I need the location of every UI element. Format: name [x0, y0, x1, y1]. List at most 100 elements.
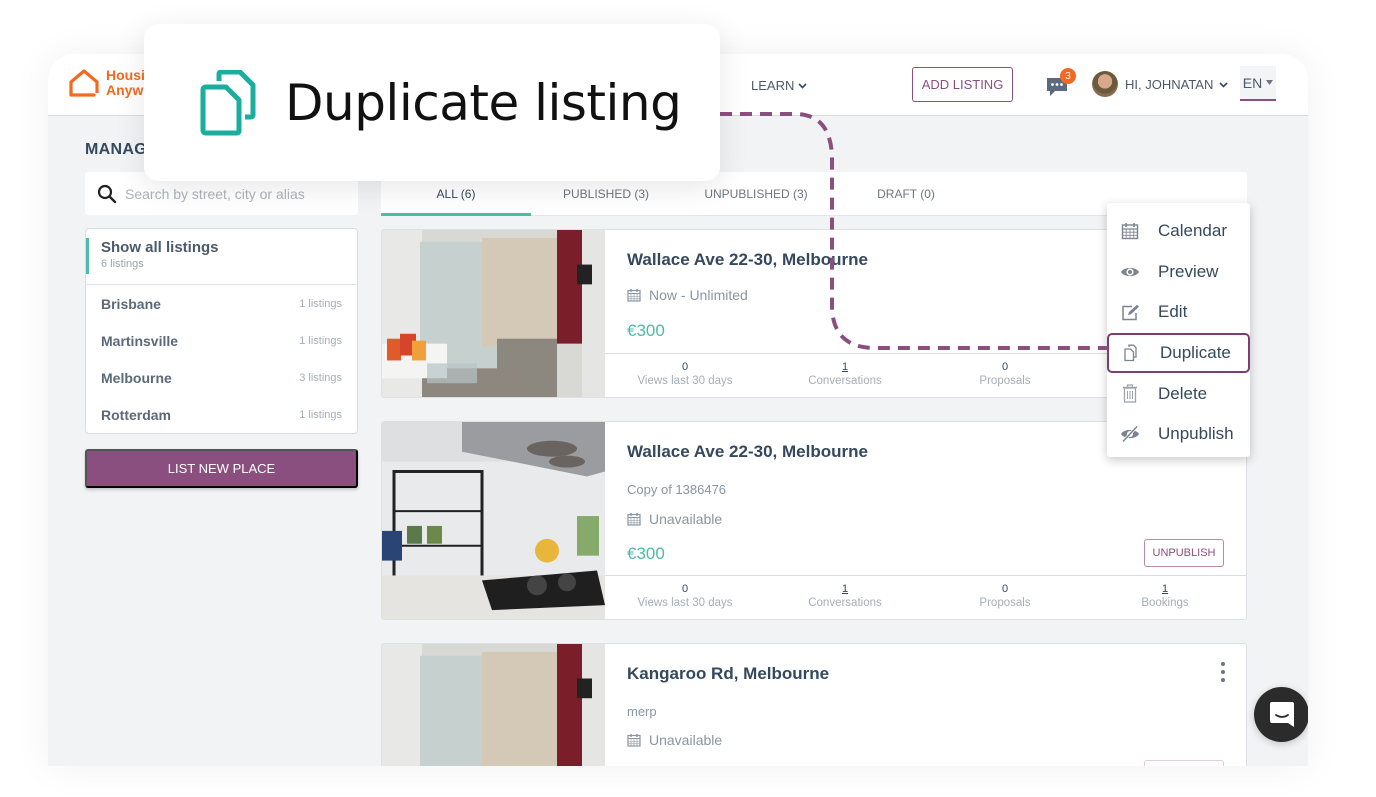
stat-value: 0	[681, 583, 689, 595]
stat-conversations[interactable]: 1 Conversations	[765, 354, 925, 397]
city-name: Brisbane	[101, 295, 161, 312]
availability-text: Unavailable	[649, 511, 723, 527]
unpublish-button[interactable]	[1144, 760, 1224, 766]
listing-card: Kangaroo Rd, Melbourne merp Unavailable	[381, 643, 1247, 766]
city-count: 3 listings	[299, 371, 342, 384]
list-new-place-button[interactable]: LIST NEW PLACE	[85, 449, 358, 488]
calendar-icon	[1120, 221, 1140, 241]
duplicate-icon	[1122, 343, 1142, 363]
stat-value[interactable]: 1	[765, 361, 925, 374]
stat-value[interactable]: 1	[1085, 583, 1245, 596]
calendar-icon	[627, 513, 641, 526]
city-filter-list: Show all listings 6 listings Brisbane 1 …	[85, 228, 358, 434]
chat-bubble-icon	[1269, 701, 1294, 727]
stat-value[interactable]: 1	[765, 583, 925, 596]
stat-label: Proposals	[979, 597, 1031, 609]
search-input[interactable]	[125, 185, 345, 202]
unpublish-button[interactable]: UNPUBLISH	[1144, 539, 1224, 567]
nav-learn-label: LEARN	[751, 78, 795, 93]
listing-note-text: merp	[627, 704, 657, 719]
menu-item-calendar[interactable]: Calendar	[1107, 211, 1250, 252]
city-count: 1 listings	[299, 297, 342, 310]
listing-title[interactable]: Wallace Ave 22-30, Melbourne	[627, 250, 868, 270]
trash-icon	[1120, 384, 1140, 404]
callout-title: Duplicate listing	[285, 73, 682, 132]
stat-value: 0	[1001, 583, 1009, 595]
add-listing-button[interactable]: ADD LISTING	[912, 67, 1013, 102]
city-count: 1 listings	[299, 334, 342, 347]
stat-views: 0 Views last 30 days	[605, 354, 765, 397]
listing-availability: Unavailable	[627, 732, 722, 748]
support-chat-button[interactable]	[1254, 687, 1308, 742]
menu-item-label: Edit	[1158, 302, 1188, 322]
caret-down-icon	[1266, 80, 1274, 85]
city-count: 1 listings	[299, 408, 342, 421]
listing-availability: Unavailable	[627, 511, 722, 527]
messages-badge: 3	[1060, 68, 1076, 84]
nav-learn-menu[interactable]: LEARN	[751, 78, 807, 93]
listing-title[interactable]: Kangaroo Rd, Melbourne	[627, 664, 829, 684]
availability-text: Now - Unlimited	[649, 287, 748, 303]
menu-item-label: Preview	[1158, 261, 1219, 281]
stat-proposals: 0 Proposals	[925, 576, 1085, 619]
listing-photo[interactable]	[382, 230, 605, 397]
listing-note: merp	[627, 704, 657, 719]
stat-label: Views last 30 days	[637, 375, 733, 387]
listing-price: €300	[627, 321, 665, 340]
stat-label: Proposals	[979, 375, 1031, 387]
menu-item-unpublish[interactable]: Unpublish	[1107, 414, 1250, 455]
city-item-rotterdam[interactable]: Rotterdam 1 listings	[86, 396, 357, 433]
user-menu[interactable]: HI, JOHNATAN	[1125, 77, 1228, 92]
avatar[interactable]	[1092, 71, 1118, 97]
stat-bookings[interactable]: 1 Bookings	[1085, 576, 1245, 619]
stat-views: 0 Views last 30 days	[605, 576, 765, 619]
menu-item-edit[interactable]: Edit	[1107, 292, 1250, 333]
duplicate-icon	[200, 69, 256, 135]
calendar-icon	[627, 734, 641, 747]
listing-note: Copy of 1386476	[627, 482, 726, 497]
menu-item-label: Delete	[1158, 383, 1208, 403]
eye-icon	[1120, 262, 1140, 282]
city-item-all[interactable]: Show all listings 6 listings	[86, 229, 357, 285]
chevron-down-icon	[798, 82, 807, 89]
edit-icon	[1120, 302, 1140, 322]
city-item-melbourne[interactable]: Melbourne 3 listings	[86, 359, 357, 396]
eye-slash-icon	[1120, 424, 1140, 444]
city-all-label: Show all listings	[101, 239, 219, 256]
listing-note-text: Copy of 1386476	[627, 482, 727, 497]
stat-label: Bookings	[1141, 597, 1189, 609]
city-name: Martinsville	[101, 332, 179, 349]
stat-proposals: 0 Proposals	[925, 354, 1085, 397]
stat-label: Conversations	[808, 597, 882, 609]
user-greeting: HI, JOHNATAN	[1125, 77, 1214, 92]
calendar-icon	[627, 289, 641, 302]
search-icon	[97, 184, 117, 203]
listing-context-menu: Calendar Preview Edit Duplicate Delete U…	[1107, 203, 1250, 457]
stat-value: 0	[1001, 361, 1009, 373]
language-label: EN	[1242, 74, 1263, 91]
listing-price: €300	[627, 544, 665, 563]
availability-text: Unavailable	[649, 732, 723, 748]
more-options-button[interactable]	[1218, 662, 1228, 682]
language-selector[interactable]: EN	[1240, 66, 1276, 101]
listing-availability: Now - Unlimited	[627, 287, 748, 303]
feature-callout: Duplicate listing	[144, 24, 720, 181]
stat-label: Conversations	[808, 375, 882, 387]
menu-item-preview[interactable]: Preview	[1107, 252, 1250, 293]
menu-item-label: Duplicate	[1160, 343, 1231, 363]
menu-item-duplicate[interactable]: Duplicate	[1107, 332, 1250, 374]
city-item-martinsville[interactable]: Martinsville 1 listings	[86, 322, 357, 359]
city-item-brisbane[interactable]: Brisbane 1 listings	[86, 285, 357, 322]
menu-item-label: Unpublish	[1158, 424, 1234, 444]
city-all-count: 6 listings	[101, 258, 144, 270]
stat-conversations[interactable]: 1 Conversations	[765, 576, 925, 619]
tab-draft[interactable]: DRAFT (0)	[831, 172, 981, 215]
listing-photo[interactable]	[382, 644, 605, 766]
stat-value: 0	[681, 361, 689, 373]
menu-item-delete[interactable]: Delete	[1107, 373, 1250, 414]
listing-photo[interactable]	[382, 422, 605, 619]
listing-title[interactable]: Wallace Ave 22-30, Melbourne	[627, 442, 868, 462]
chevron-down-icon	[1219, 81, 1228, 88]
house-logo-icon	[69, 69, 99, 97]
city-name: Melbourne	[101, 369, 172, 386]
